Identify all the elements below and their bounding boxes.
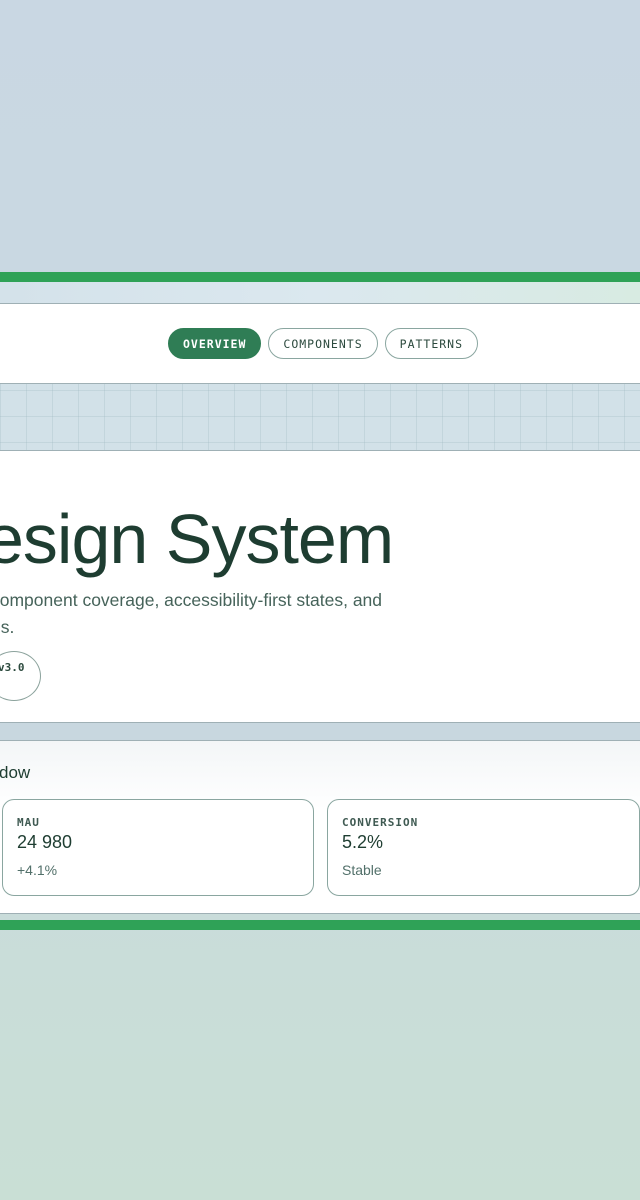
metrics-panel-title: dow (0, 763, 31, 782)
hero-description-line-1: component coverage, accessibility-first … (0, 590, 383, 610)
metric-delta: +4.1% (17, 862, 58, 878)
top-accent-bar (0, 272, 640, 282)
tab-patterns[interactable]: PATTERNS (384, 328, 479, 359)
metric-card-mau: MAU 24 980 +4.1% (2, 799, 314, 896)
version-badge[interactable]: v3.0 (0, 651, 41, 701)
metric-status: Stable (342, 862, 382, 878)
tab-components[interactable]: COMPONENTS (268, 328, 378, 359)
tab-patterns-label: PATTERNS (399, 336, 464, 351)
nav-card: OVERVIEW COMPONENTS PATTERNS (0, 303, 640, 384)
tab-overview-label: OVERVIEW (183, 336, 247, 351)
top-gradient-strip (0, 282, 640, 304)
middle-strip (0, 723, 640, 740)
tab-overview[interactable]: OVERVIEW (168, 328, 262, 359)
metric-label: MAU (17, 816, 40, 829)
nav-tabs: OVERVIEW COMPONENTS PATTERNS (168, 328, 479, 359)
tab-components-label: COMPONENTS (283, 336, 363, 351)
hero-description-line-2: es. (0, 617, 15, 637)
metric-value: 5.2% (342, 832, 384, 852)
grid-background-band (0, 384, 640, 451)
metric-value: 24 980 (17, 832, 73, 852)
hero-description: component coverage, accessibility-first … (0, 587, 411, 641)
metric-label: CONVERSION (342, 816, 419, 829)
hero-card: esign System component coverage, accessi… (0, 450, 640, 723)
version-label: v3.0 (0, 661, 25, 674)
hero-title: esign System (0, 500, 394, 578)
metric-card-conversion: CONVERSION 5.2% Stable (327, 799, 640, 896)
metrics-panel: dow MAU 24 980 +4.1% CONVERSION 5.2% Sta… (0, 740, 640, 914)
bottom-accent-bar (0, 920, 640, 930)
